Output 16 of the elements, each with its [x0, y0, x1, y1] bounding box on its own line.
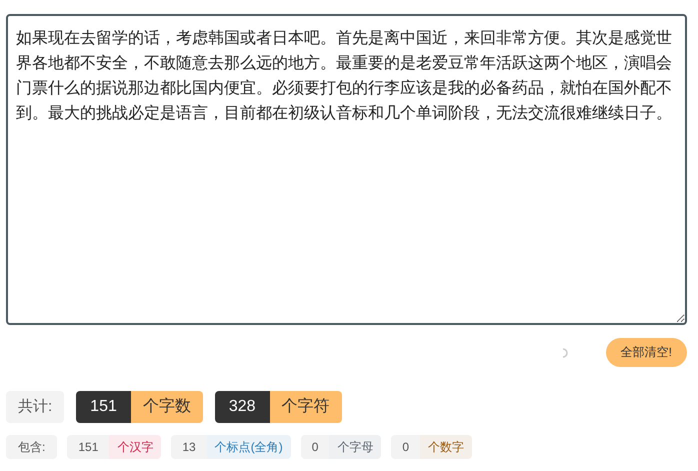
count-value: 151 — [76, 391, 131, 423]
count-unit: 个字符 — [270, 391, 342, 423]
contains-label: 包含: — [6, 435, 58, 459]
count-value: 0 — [300, 435, 330, 459]
count-unit: 个字数 — [130, 391, 203, 423]
count-unit: 个数字 — [420, 435, 472, 459]
count-value: 151 — [67, 435, 110, 459]
count-value: 13 — [171, 435, 207, 459]
count-value: 328 — [214, 391, 270, 423]
count-unit: 个汉字 — [109, 435, 162, 459]
clear-all-button[interactable]: 全部清空! — [606, 338, 687, 367]
count-value: 0 — [391, 435, 420, 459]
total-label: 共计: — [6, 391, 64, 423]
count-unit: 个字母 — [329, 435, 382, 459]
text-area[interactable]: 如果现在去留学的话，考虑韩国或者日本吧。首先是离中国近，来回非常方便。其次是感觉世界各地都不安全，不敢随意去那么远的地方。最重要的是老爱豆常年活跃这两个地区，演唱会门票什么的据说那边都比国内便宜。必须要打包的行李应该是我的必备药品，就怕在国外配不到。最大的挑战必定是语言，目前都在初级认音标和几个单词阶段，无法交流很难继续日子。 — [6, 14, 687, 325]
count-unit: 个标点(全角) — [206, 435, 291, 459]
